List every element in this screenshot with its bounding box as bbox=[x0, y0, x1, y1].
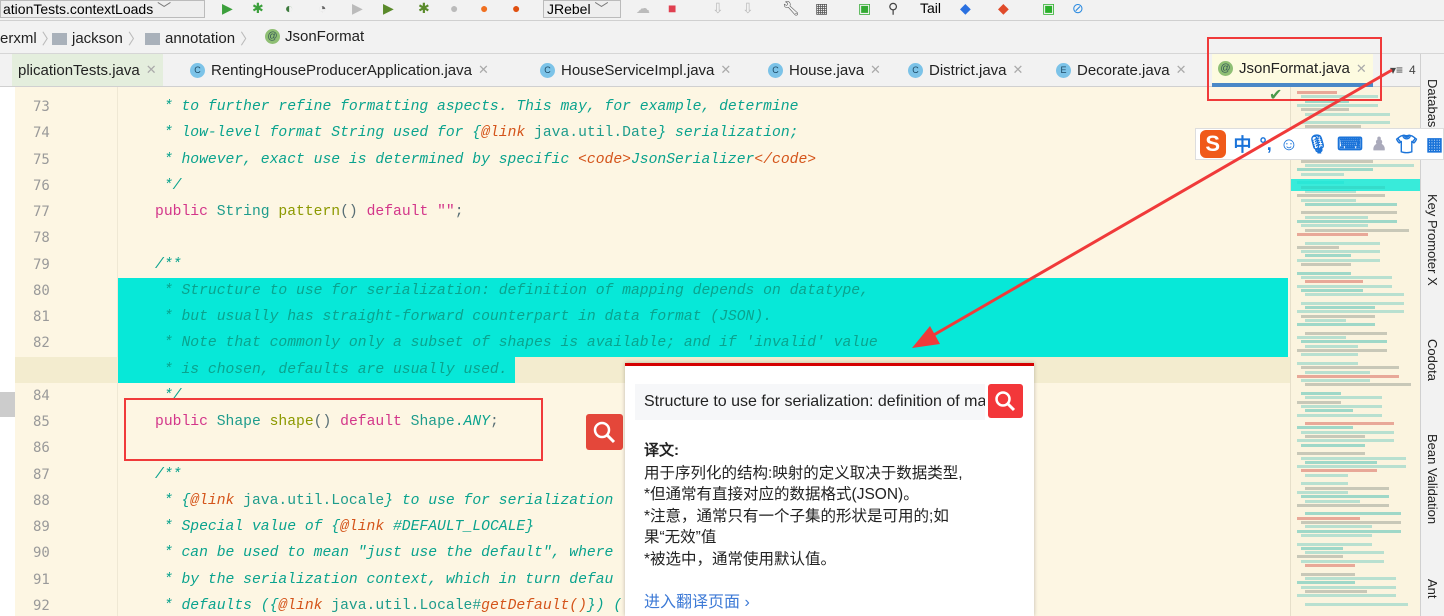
translation-line: *但通常有直接对应的数据格式(JSON)。 bbox=[644, 486, 919, 503]
translation-popup: Structure to use for serialization: defi… bbox=[625, 363, 1034, 616]
translation-search-button[interactable] bbox=[988, 384, 1023, 418]
translation-line: 果“无效”值 bbox=[644, 529, 717, 546]
search-icon bbox=[995, 391, 1016, 412]
translation-line: 用于序列化的结构:映射的定义取决于数据类型, bbox=[644, 465, 963, 482]
translation-line: *注意，通常只有一个子集的形状是可用的;如 bbox=[644, 508, 949, 525]
translation-source-input[interactable]: Structure to use for serialization: defi… bbox=[635, 384, 985, 420]
open-translation-page-link[interactable]: 进入翻译页面 › bbox=[644, 588, 750, 612]
translation-label: 译文: bbox=[644, 442, 679, 459]
chevron-right-icon: › bbox=[744, 594, 750, 611]
translation-line: *被选中，通常使用默认值。 bbox=[644, 551, 837, 568]
